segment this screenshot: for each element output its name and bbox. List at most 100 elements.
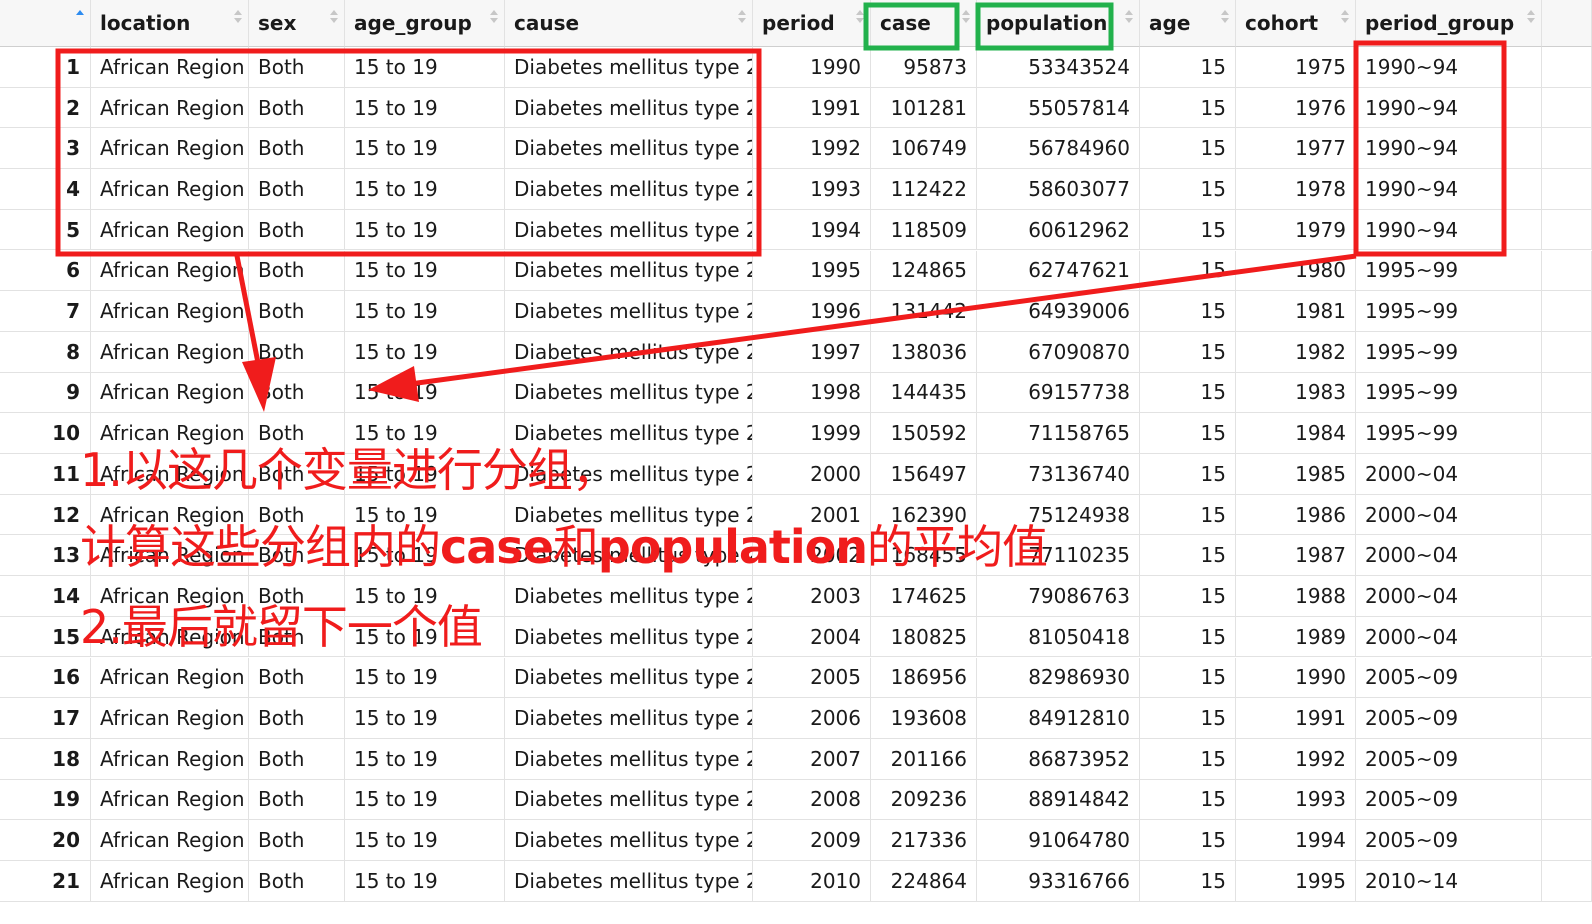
sort-arrows-icon[interactable] <box>490 10 498 26</box>
table-cell-sex: Both <box>249 291 345 332</box>
table-cell-period: 2005 <box>753 657 871 699</box>
annotation-population: population <box>597 520 868 574</box>
table-cell-age-group: 15 to 19 <box>345 820 505 861</box>
table-cell-cohort: 1977 <box>1236 128 1356 170</box>
row-filler <box>1542 738 1592 780</box>
table-cell-age-group: 15 to 19 <box>345 779 505 821</box>
table-cell-case: 156497 <box>871 454 977 495</box>
table-cell-period-group: 2000~04 <box>1356 494 1542 536</box>
sort-arrows-icon[interactable] <box>76 10 84 26</box>
table-cell-sex: Both <box>249 779 345 821</box>
table-cell-location: African Region <box>91 779 249 821</box>
column-header-population[interactable]: population <box>977 0 1140 47</box>
column-header-label: age_group <box>354 11 472 35</box>
row-filler <box>1542 413 1592 454</box>
table-cell-cause: Diabetes mellitus type 2 <box>505 616 753 658</box>
table-cell-period: 1994 <box>753 209 871 251</box>
column-header-label: case <box>880 11 931 35</box>
column-header-age-group[interactable]: age_group <box>345 0 505 47</box>
table-cell-case: 180825 <box>871 616 977 658</box>
column-header-age[interactable]: age <box>1140 0 1236 47</box>
table-cell-cohort: 1990 <box>1236 657 1356 699</box>
table-cell-cause: Diabetes mellitus type 2 <box>505 128 753 170</box>
column-header-case[interactable]: case <box>871 0 977 47</box>
sort-arrows-icon[interactable] <box>738 10 746 26</box>
column-header-cohort[interactable]: cohort <box>1236 0 1356 47</box>
table-cell-population: 84912810 <box>977 698 1140 739</box>
column-header-cause[interactable]: cause <box>505 0 753 47</box>
table-cell-cause: Diabetes mellitus type 2 <box>505 291 753 332</box>
table-cell-age-group: 15 to 19 <box>345 291 505 332</box>
sort-arrows-icon[interactable] <box>962 10 970 26</box>
table-cell-period-group: 1990~94 <box>1356 87 1542 129</box>
sort-arrows-icon[interactable] <box>234 10 242 26</box>
table-cell-location: African Region <box>91 128 249 170</box>
table-cell-population: 82986930 <box>977 657 1140 699</box>
table-cell-period-group: 1990~94 <box>1356 209 1542 251</box>
sort-arrows-icon[interactable] <box>856 10 864 26</box>
row-number: 12 <box>0 494 91 536</box>
table-cell-population: 86873952 <box>977 738 1140 780</box>
column-header-label: age <box>1149 11 1191 35</box>
sort-arrows-icon[interactable] <box>330 10 338 26</box>
table-cell-population: 58603077 <box>977 169 1140 210</box>
table-cell-cohort: 1978 <box>1236 169 1356 210</box>
row-filler <box>1542 169 1592 210</box>
sort-arrows-icon[interactable] <box>1527 10 1535 26</box>
row-filler <box>1542 657 1592 699</box>
table-cell-age: 15 <box>1140 820 1236 861</box>
table-cell-cohort: 1982 <box>1236 331 1356 373</box>
table-cell-period: 2010 <box>753 861 871 902</box>
row-number: 9 <box>0 372 91 414</box>
header-row-number[interactable] <box>0 0 91 47</box>
table-cell-population: 53343524 <box>977 47 1140 88</box>
table-cell-period: 1993 <box>753 169 871 210</box>
sort-arrows-icon[interactable] <box>1125 10 1133 26</box>
table-cell-sex: Both <box>249 331 345 373</box>
row-filler <box>1542 331 1592 373</box>
table-cell-cause: Diabetes mellitus type 2 <box>505 87 753 129</box>
table-cell-population: 93316766 <box>977 861 1140 902</box>
table-cell-cause: Diabetes mellitus type 2 <box>505 820 753 861</box>
table-cell-period: 1995 <box>753 250 871 292</box>
row-number: 21 <box>0 861 91 902</box>
table-cell-period-group: 2000~04 <box>1356 535 1542 577</box>
row-filler <box>1542 616 1592 658</box>
column-header-sex[interactable]: sex <box>249 0 345 47</box>
table-cell-period: 2003 <box>753 576 871 617</box>
column-header-period[interactable]: period <box>753 0 871 47</box>
table-cell-cohort: 1983 <box>1236 372 1356 414</box>
table-cell-period-group: 1995~99 <box>1356 250 1542 292</box>
annotation-line-3: 2.最后就留下一个值 <box>80 600 483 654</box>
row-number: 11 <box>0 454 91 495</box>
table-cell-age: 15 <box>1140 413 1236 454</box>
table-cell-age-group: 15 to 19 <box>345 738 505 780</box>
table-cell-location: African Region <box>91 47 249 88</box>
table-cell-case: 106749 <box>871 128 977 170</box>
row-filler <box>1542 576 1592 617</box>
table-cell-cohort: 1981 <box>1236 291 1356 332</box>
column-header-label: cohort <box>1245 11 1318 35</box>
sort-arrows-icon[interactable] <box>1341 10 1349 26</box>
table-cell-period-group: 1990~94 <box>1356 128 1542 170</box>
table-cell-population: 55057814 <box>977 87 1140 129</box>
table-cell-period-group: 2000~04 <box>1356 616 1542 658</box>
row-number: 1 <box>0 47 91 88</box>
column-header-location[interactable]: location <box>91 0 249 47</box>
annotation-line-2-pre: 计算这些分组内的 <box>80 520 441 574</box>
table-cell-location: African Region <box>91 291 249 332</box>
table-cell-sex: Both <box>249 861 345 902</box>
column-header-period-group[interactable]: period_group <box>1356 0 1542 47</box>
row-filler <box>1542 698 1592 739</box>
table-cell-case: 112422 <box>871 169 977 210</box>
table-cell-age-group: 15 to 19 <box>345 861 505 902</box>
table-cell-sex: Both <box>249 250 345 292</box>
table-cell-case: 217336 <box>871 820 977 861</box>
sort-arrows-icon[interactable] <box>1221 10 1229 26</box>
table-cell-sex: Both <box>249 169 345 210</box>
row-filler <box>1542 372 1592 414</box>
row-number: 6 <box>0 250 91 292</box>
table-cell-age: 15 <box>1140 47 1236 88</box>
table-cell-period-group: 1990~94 <box>1356 47 1542 88</box>
table-cell-period-group: 2005~09 <box>1356 657 1542 699</box>
